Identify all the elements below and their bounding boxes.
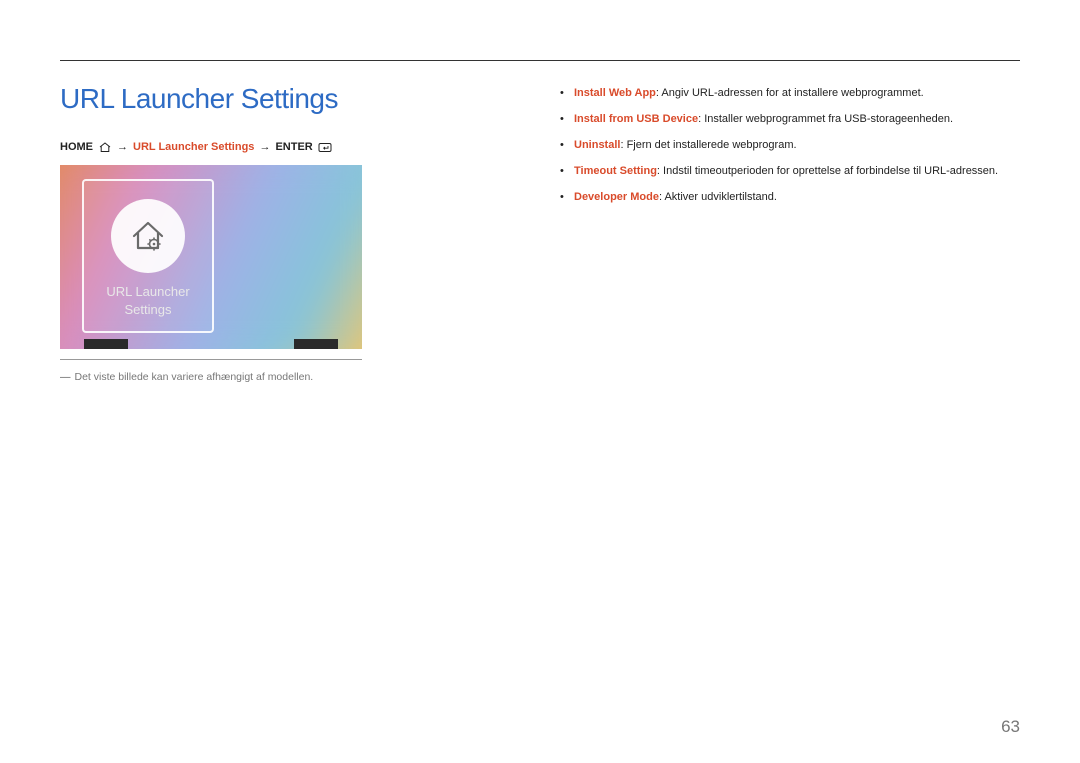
option-term: Install from USB Device <box>574 113 698 125</box>
image-caption: ― Det viste billede kan variere afhængigt… <box>60 370 520 386</box>
option-term: Developer Mode <box>574 191 659 203</box>
left-column: URL Launcher Settings HOME → URL Launche… <box>60 83 520 386</box>
home-icon <box>98 142 112 153</box>
options-list: Install Web App: Angiv URL-adressen for … <box>560 83 1020 207</box>
breadcrumb-arrow-2: → <box>259 141 270 153</box>
caption-text: Det viste billede kan variere afhængigt … <box>75 371 314 383</box>
breadcrumb-home: HOME <box>60 141 93 153</box>
content-columns: URL Launcher Settings HOME → URL Launche… <box>60 83 1020 386</box>
tile-label: URL Launcher Settings <box>106 283 189 318</box>
option-term: Timeout Setting <box>574 165 657 177</box>
breadcrumb-step: URL Launcher Settings <box>133 141 254 153</box>
house-gear-icon <box>111 199 185 273</box>
screenshot-preview: URL Launcher Settings <box>60 165 362 349</box>
breadcrumb-arrow-1: → <box>117 141 128 153</box>
url-launcher-tile: URL Launcher Settings <box>82 179 214 333</box>
option-desc: : Aktiver udviklertilstand. <box>659 191 777 203</box>
option-desc: : Angiv URL-adressen for at installere w… <box>656 87 924 99</box>
top-rule <box>60 60 1020 61</box>
tile-label-line2: Settings <box>106 301 189 319</box>
list-item: Uninstall: Fjern det installerede webpro… <box>560 135 1020 156</box>
caption-rule <box>60 359 362 360</box>
option-term: Install Web App <box>574 87 656 99</box>
option-term: Uninstall <box>574 139 620 151</box>
option-desc: : Installer webprogrammet fra USB-storag… <box>698 113 953 125</box>
dock-bar-left <box>84 339 128 349</box>
right-column: Install Web App: Angiv URL-adressen for … <box>560 83 1020 386</box>
list-item: Developer Mode: Aktiver udviklertilstand… <box>560 187 1020 208</box>
dock-bar-right <box>294 339 338 349</box>
caption-dash: ― <box>60 370 71 386</box>
list-item: Timeout Setting: Indstil timeoutperioden… <box>560 161 1020 182</box>
list-item: Install Web App: Angiv URL-adressen for … <box>560 83 1020 104</box>
enter-icon <box>318 142 334 153</box>
option-desc: : Fjern det installerede webprogram. <box>620 139 796 151</box>
page-title: URL Launcher Settings <box>60 83 520 115</box>
breadcrumb: HOME → URL Launcher Settings → ENTER <box>60 141 520 153</box>
breadcrumb-enter: ENTER <box>275 141 312 153</box>
page-number: 63 <box>1001 717 1020 737</box>
list-item: Install from USB Device: Installer webpr… <box>560 109 1020 130</box>
tile-label-line1: URL Launcher <box>106 283 189 301</box>
option-desc: : Indstil timeoutperioden for oprettelse… <box>657 165 998 177</box>
